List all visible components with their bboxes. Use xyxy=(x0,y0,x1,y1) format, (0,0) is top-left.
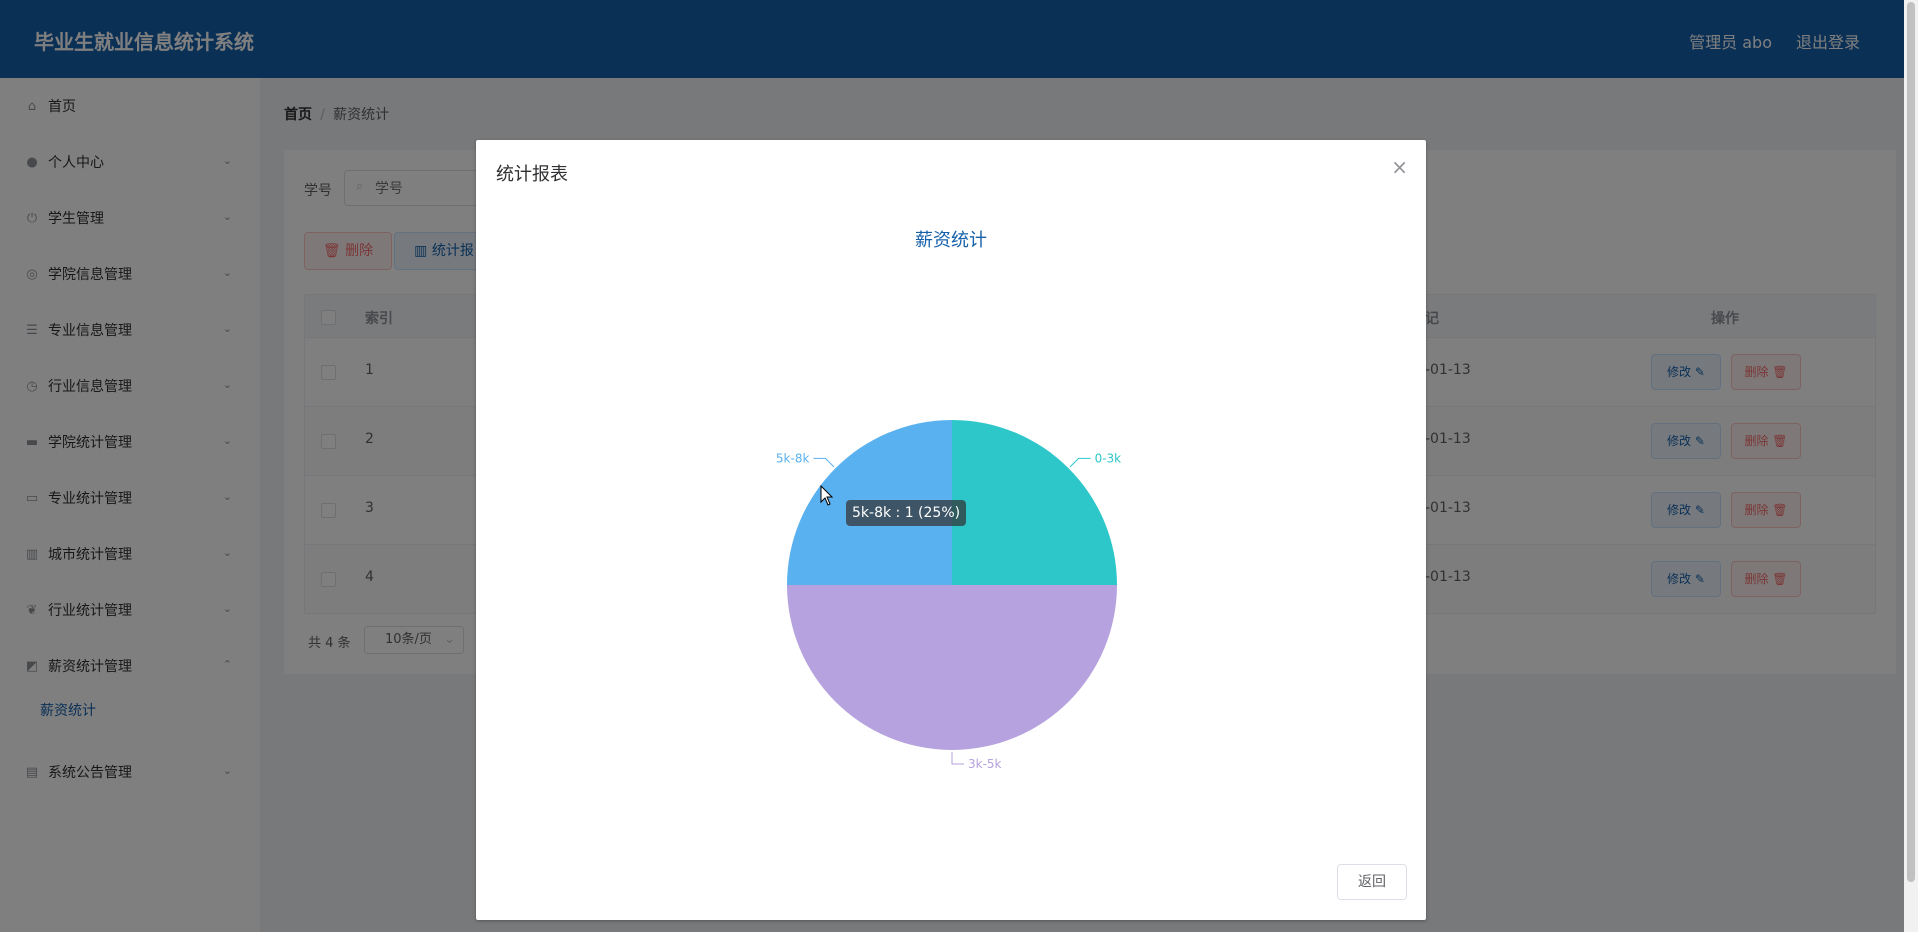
pie-label: 5k-8k xyxy=(776,451,810,465)
pie-slice[interactable] xyxy=(787,585,1117,750)
pie-label-line xyxy=(951,752,964,765)
pie-label: 3k-5k xyxy=(968,757,1002,771)
pie-label-line xyxy=(813,457,835,468)
stats-report-dialog: 统计报表 × 薪资统计 0-3k 3k-5k 5k-8k 5k-8k : 1 (25… xyxy=(476,140,1426,920)
salary-pie-chart[interactable]: 0-3k 3k-5k 5k-8k xyxy=(476,140,1426,920)
chart-tooltip: 5k-8k : 1 (25%) xyxy=(846,500,967,526)
page-scrollbar[interactable] xyxy=(1904,0,1918,932)
return-button[interactable]: 返回 xyxy=(1337,864,1407,900)
scrollbar-thumb[interactable] xyxy=(1907,2,1915,882)
pie-label-line xyxy=(1069,457,1091,468)
mouse-cursor-icon xyxy=(820,485,834,506)
pie-slice[interactable] xyxy=(952,420,1117,585)
pie-label: 0-3k xyxy=(1095,451,1122,465)
